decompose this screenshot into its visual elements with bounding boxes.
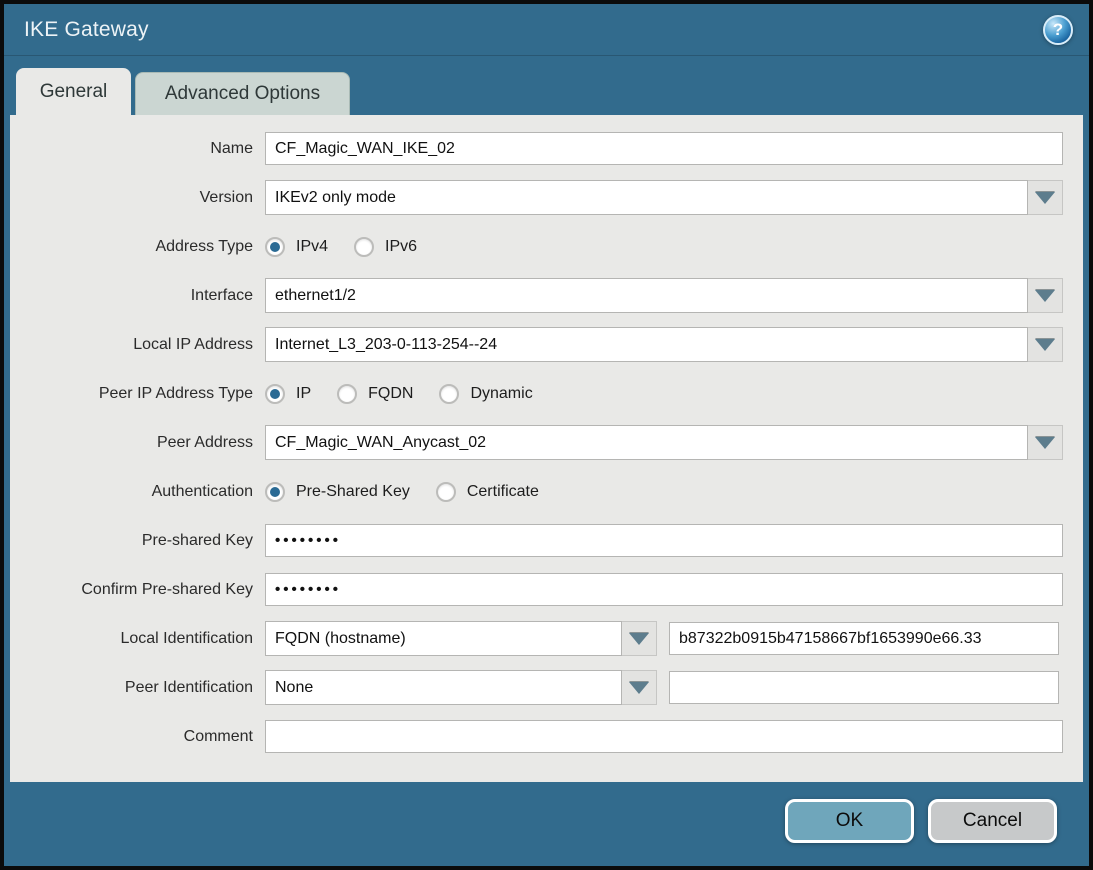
peer-ip-type-row: Peer IP Address Type IP FQDN Dynamic — [10, 377, 1063, 410]
interface-dropdown-button[interactable] — [1028, 278, 1063, 313]
preshared-key-input[interactable] — [265, 524, 1063, 557]
tab-general[interactable]: General — [16, 68, 131, 115]
chevron-down-icon — [1035, 339, 1055, 351]
local-ip-dropdown: Internet_L3_203-0-113-254--24 — [265, 327, 1063, 362]
radio-button-icon — [265, 482, 285, 502]
help-icon-glyph: ? — [1053, 20, 1063, 40]
version-dropdown-button[interactable] — [1028, 180, 1063, 215]
preshared-key-row: Pre-shared Key — [10, 524, 1063, 557]
dialog-title: IKE Gateway — [24, 18, 149, 42]
comment-input[interactable] — [265, 720, 1063, 753]
address-type-row: Address Type IPv4 IPv6 — [10, 230, 1063, 263]
peer-identification-input[interactable] — [669, 671, 1059, 704]
chevron-down-icon — [629, 633, 649, 645]
peer-address-dropdown-value[interactable]: CF_Magic_WAN_Anycast_02 — [265, 425, 1028, 460]
peer-identification-type-value[interactable]: None — [265, 670, 622, 705]
version-dropdown: IKEv2 only mode — [265, 180, 1063, 215]
radio-button-icon — [439, 384, 459, 404]
peer-address-dropdown: CF_Magic_WAN_Anycast_02 — [265, 425, 1063, 460]
radio-button-icon — [436, 482, 456, 502]
radio-button-icon — [337, 384, 357, 404]
dialog-footer: OK Cancel — [4, 782, 1089, 866]
confirm-preshared-key-label: Confirm Pre-shared Key — [10, 581, 265, 599]
local-identification-row: Local Identification FQDN (hostname) — [10, 622, 1063, 655]
local-ip-dropdown-value[interactable]: Internet_L3_203-0-113-254--24 — [265, 327, 1028, 362]
cancel-button[interactable]: Cancel — [928, 799, 1057, 843]
radio-ipv6-label: IPv6 — [385, 238, 417, 256]
interface-dropdown: ethernet1/2 — [265, 278, 1063, 313]
authentication-row: Authentication Pre-Shared Key Certificat… — [10, 475, 1063, 508]
general-tab-panel: Name Version IKEv2 only mode Address Typ… — [10, 115, 1083, 782]
peer-address-row: Peer Address CF_Magic_WAN_Anycast_02 — [10, 426, 1063, 459]
comment-label: Comment — [10, 728, 265, 746]
name-label: Name — [10, 140, 265, 158]
title-bar: IKE Gateway ? — [4, 4, 1089, 56]
local-identification-type-dropdown: FQDN (hostname) — [265, 621, 657, 656]
peer-identification-type-dropdown: None — [265, 670, 657, 705]
ok-button[interactable]: OK — [785, 799, 914, 843]
peer-ip-type-label: Peer IP Address Type — [10, 385, 265, 403]
confirm-preshared-key-input[interactable] — [265, 573, 1063, 606]
radio-dynamic[interactable]: Dynamic — [439, 384, 532, 404]
radio-button-icon — [265, 237, 285, 257]
peer-identification-type-button[interactable] — [622, 670, 657, 705]
radio-pre-shared-key-label: Pre-Shared Key — [296, 483, 410, 501]
radio-ip[interactable]: IP — [265, 384, 311, 404]
radio-certificate[interactable]: Certificate — [436, 482, 539, 502]
radio-dynamic-label: Dynamic — [470, 385, 532, 403]
local-identification-input[interactable] — [669, 622, 1059, 655]
confirm-preshared-key-row: Confirm Pre-shared Key — [10, 573, 1063, 606]
radio-pre-shared-key[interactable]: Pre-Shared Key — [265, 482, 410, 502]
peer-identification-row: Peer Identification None — [10, 671, 1063, 704]
chevron-down-icon — [1035, 290, 1055, 302]
name-row: Name — [10, 132, 1063, 165]
local-ip-dropdown-button[interactable] — [1028, 327, 1063, 362]
address-type-label: Address Type — [10, 238, 265, 256]
radio-ip-label: IP — [296, 385, 311, 403]
radio-ipv4-label: IPv4 — [296, 238, 328, 256]
ike-gateway-dialog: IKE Gateway ? General Advanced Options N… — [0, 0, 1093, 870]
tab-general-label: General — [40, 81, 108, 103]
local-ip-label: Local IP Address — [10, 336, 265, 354]
radio-button-icon — [265, 384, 285, 404]
name-input[interactable] — [265, 132, 1063, 165]
version-row: Version IKEv2 only mode — [10, 181, 1063, 214]
version-dropdown-value[interactable]: IKEv2 only mode — [265, 180, 1028, 215]
local-ip-row: Local IP Address Internet_L3_203-0-113-2… — [10, 328, 1063, 361]
peer-address-label: Peer Address — [10, 434, 265, 452]
radio-button-icon — [354, 237, 374, 257]
help-icon[interactable]: ? — [1043, 15, 1073, 45]
tab-strip: General Advanced Options — [4, 56, 1089, 115]
radio-certificate-label: Certificate — [467, 483, 539, 501]
authentication-label: Authentication — [10, 483, 265, 501]
interface-dropdown-value[interactable]: ethernet1/2 — [265, 278, 1028, 313]
interface-row: Interface ethernet1/2 — [10, 279, 1063, 312]
radio-ipv6[interactable]: IPv6 — [354, 237, 417, 257]
comment-row: Comment — [10, 720, 1063, 753]
radio-fqdn[interactable]: FQDN — [337, 384, 413, 404]
chevron-down-icon — [1035, 192, 1055, 204]
local-identification-label: Local Identification — [10, 630, 265, 648]
peer-identification-label: Peer Identification — [10, 679, 265, 697]
chevron-down-icon — [1035, 437, 1055, 449]
radio-ipv4[interactable]: IPv4 — [265, 237, 328, 257]
chevron-down-icon — [629, 682, 649, 694]
peer-address-dropdown-button[interactable] — [1028, 425, 1063, 460]
local-identification-type-button[interactable] — [622, 621, 657, 656]
preshared-key-label: Pre-shared Key — [10, 532, 265, 550]
tab-advanced-options-label: Advanced Options — [165, 83, 320, 105]
radio-fqdn-label: FQDN — [368, 385, 413, 403]
tab-advanced-options[interactable]: Advanced Options — [135, 72, 350, 115]
version-label: Version — [10, 189, 265, 207]
interface-label: Interface — [10, 287, 265, 305]
local-identification-type-value[interactable]: FQDN (hostname) — [265, 621, 622, 656]
